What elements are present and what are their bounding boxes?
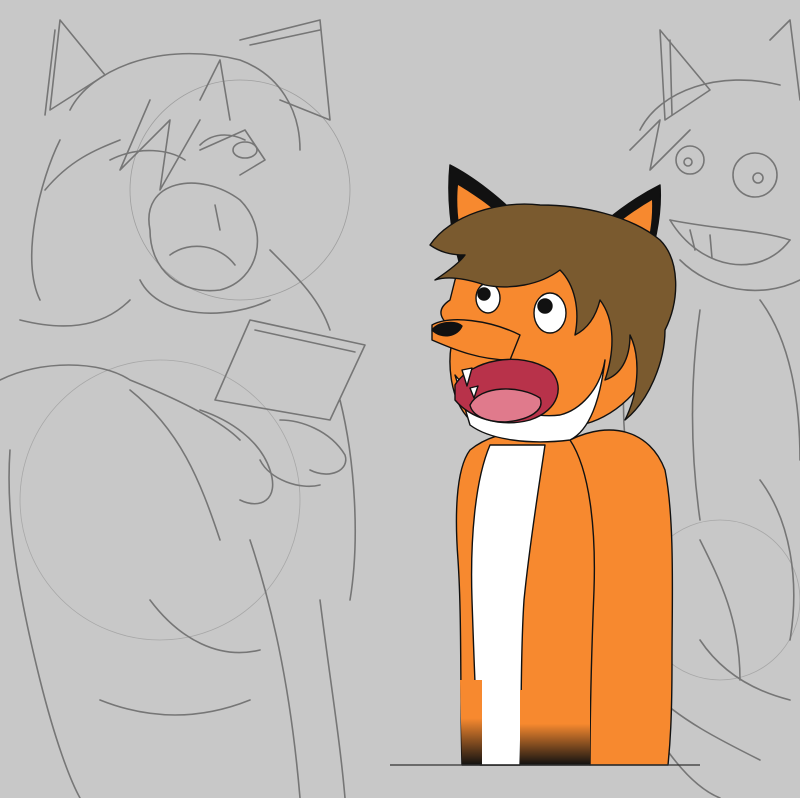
fox-eye-right	[533, 292, 567, 334]
fox-pupil-right	[537, 298, 553, 314]
fox-character	[429, 164, 677, 766]
fox-pupil-left	[477, 287, 491, 301]
fox-leg-right	[520, 690, 590, 765]
background	[0, 0, 800, 798]
fox-leg-left	[460, 680, 482, 765]
artwork-canvas	[0, 0, 800, 798]
